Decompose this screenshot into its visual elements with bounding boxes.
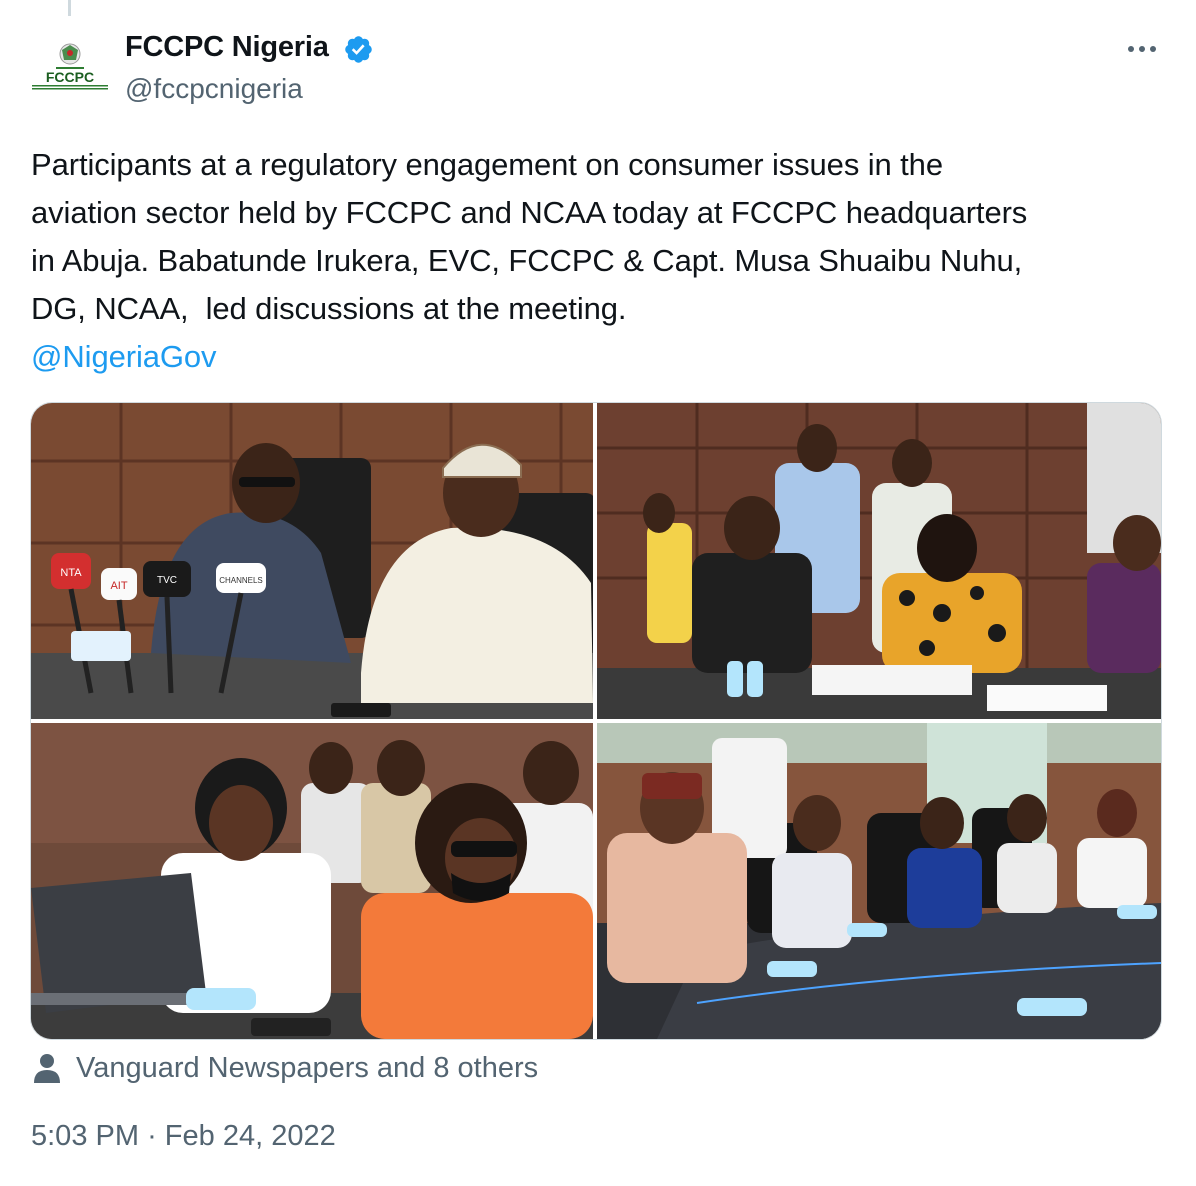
tweet-text-line: in Abuja. Babatunde Irukera, EVC, FCCPC … xyxy=(31,243,1023,278)
verified-badge-icon[interactable] xyxy=(343,34,374,65)
author-handle[interactable]: @fccpcnigeria xyxy=(125,73,303,105)
tagged-users-label: Vanguard Newspapers and 8 others xyxy=(76,1051,539,1084)
avatar-logo-text: FCCPC xyxy=(46,69,94,85)
more-dot-icon xyxy=(1139,46,1145,52)
tweet-text: Participants at a regulatory engagement … xyxy=(31,141,1171,381)
photo-participants-long-conference-table[interactable] xyxy=(597,723,1161,1039)
author-avatar[interactable]: FCCPC xyxy=(28,34,112,118)
more-options-button[interactable] xyxy=(1120,34,1164,64)
fccpc-logo-icon: FCCPC xyxy=(32,43,108,90)
author-display-name[interactable]: FCCPC Nigeria xyxy=(125,31,329,64)
mic-label: NTA xyxy=(60,567,82,579)
more-dot-icon xyxy=(1150,46,1156,52)
tweet-text-line: aviation sector held by FCCPC and NCAA t… xyxy=(31,195,1028,230)
tagged-users[interactable]: Vanguard Newspapers and 8 others xyxy=(32,1050,538,1086)
thread-connector-line xyxy=(68,0,71,16)
more-dot-icon xyxy=(1128,46,1134,52)
tweet-text-line: Participants at a regulatory engagement … xyxy=(31,147,943,182)
tweet-text-line: DG, NCAA, led discussions at the meeting… xyxy=(31,291,627,326)
tweet-timestamp: 5:03 PM · Feb 24, 2022 xyxy=(31,1120,336,1153)
photo-participants-seated-at-table[interactable] xyxy=(597,403,1161,719)
photo-women-participants-laptop[interactable] xyxy=(31,723,593,1039)
tweet-date[interactable]: Feb 24, 2022 xyxy=(165,1120,336,1152)
person-icon xyxy=(34,1054,60,1083)
timestamp-separator: · xyxy=(147,1120,157,1152)
tweet-time[interactable]: 5:03 PM xyxy=(31,1120,139,1152)
mention-link[interactable]: @NigeriaGov xyxy=(31,333,1171,381)
photo-two-officials-press-microphones[interactable]: NTA AIT TVC CHANNELS xyxy=(31,403,593,719)
mic-label: AIT xyxy=(110,580,127,592)
mic-label: TVC xyxy=(157,575,177,586)
mic-label: CHANNELS xyxy=(219,576,263,585)
media-grid: NTA AIT TVC CHANNELS xyxy=(30,402,1162,1040)
